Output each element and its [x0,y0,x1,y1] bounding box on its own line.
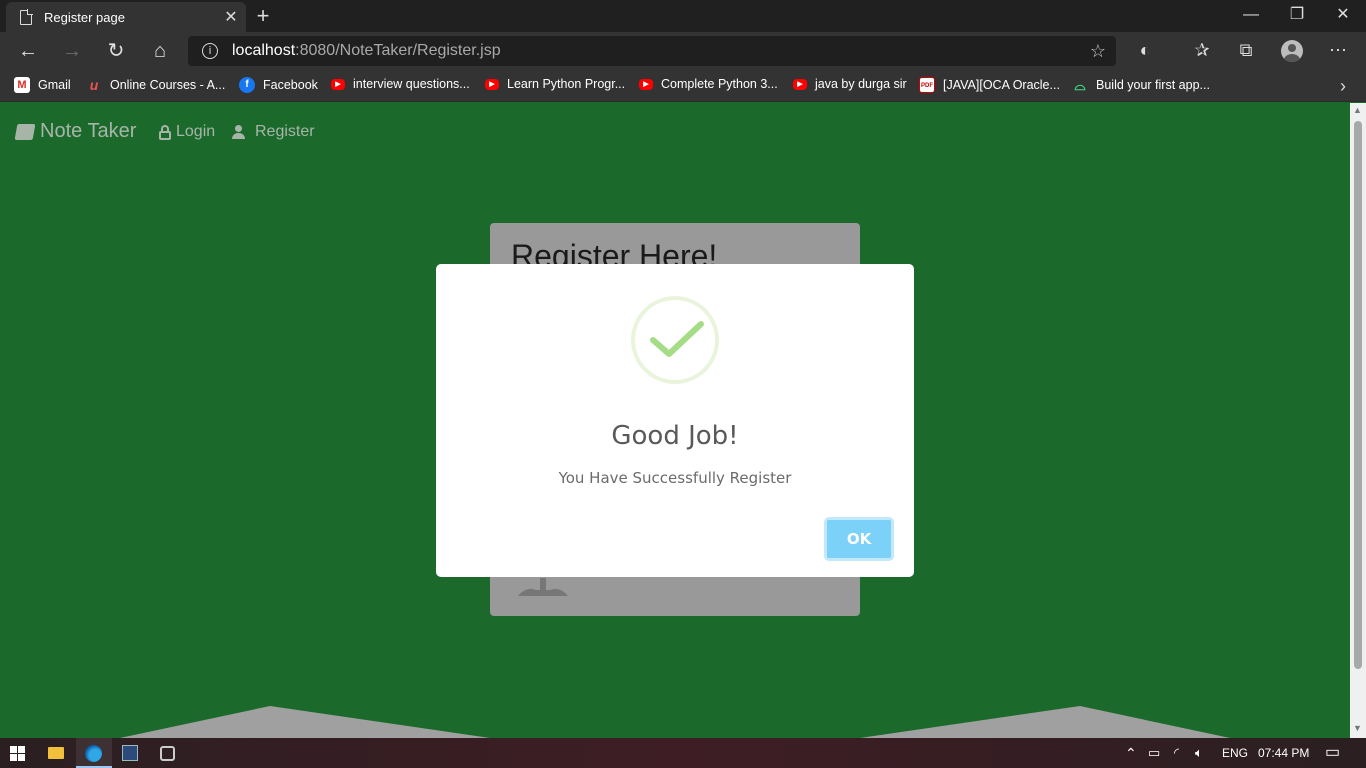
tab-title: Register page [44,9,125,25]
start-button[interactable] [0,738,36,768]
bookmark-gmail[interactable]: M Gmail [14,77,71,93]
language-indicator[interactable]: ENG [1222,738,1248,768]
vertical-scrollbar[interactable]: ▲ ▼ [1350,103,1366,738]
scroll-down-icon[interactable]: ▼ [1353,723,1362,733]
success-check-icon [631,296,719,384]
notification-icon[interactable]: ▭ [1325,738,1340,768]
pdf-icon: PDF [919,77,935,93]
close-window-button[interactable]: ✕ [1320,0,1366,32]
android-icon: ⌓ [1074,77,1086,93]
modal-title: Good Job! [611,421,739,451]
new-tab-button[interactable]: + [252,3,274,29]
scrollbar-thumb[interactable] [1354,121,1362,669]
facebook-icon: f [239,77,255,93]
bookmark-udemy[interactable]: u Online Courses - A... [86,77,226,93]
clock[interactable]: 07:44 PM [1258,738,1309,768]
bookmark-java[interactable]: ▶ java by durga sir [793,77,907,91]
site-info-icon[interactable]: i [202,43,218,59]
url-path: :8080/NoteTaker/Register.jsp [295,42,501,59]
bookmarks-bar: M Gmail u Online Courses - A... f Facebook … [0,70,1366,102]
forward-arrow-icon[interactable]: → [58,38,86,64]
extension-icon[interactable]: ◐ [1132,40,1158,61]
battery-icon[interactable]: ▭ [1148,738,1160,768]
edge-icon [85,745,102,762]
back-arrow-icon[interactable]: ← [14,38,42,64]
minimize-button[interactable]: — [1228,0,1274,32]
bookmark-label: Learn Python Progr... [507,77,626,91]
favorites-icon[interactable]: ✰ [1189,40,1215,61]
gear-icon [160,746,175,761]
success-modal: Good Job! You Have Successfully Register… [436,264,914,577]
browser-toolbar: ← → ↻ ⌂ i localhost:8080/NoteTaker/Regis… [0,32,1366,70]
browser-titlebar: Register page ✕ + — ❐ ✕ [0,0,1366,32]
browser-tab[interactable]: Register page ✕ [6,2,246,32]
home-icon[interactable]: ⌂ [146,38,174,64]
modal-message: You Have Successfully Register [558,469,792,487]
udemy-icon: u [89,77,99,93]
youtube-icon: ▶ [793,78,807,90]
ok-button[interactable]: OK [824,517,894,561]
volume-icon[interactable]: 🔈︎ [1195,738,1203,768]
scroll-up-icon[interactable]: ▲ [1353,105,1362,115]
bookmark-interview[interactable]: ▶ interview questions... [331,77,470,91]
wifi-icon[interactable]: ◜ [1174,738,1179,768]
youtube-icon: ▶ [331,78,345,90]
taskbar-edge[interactable] [76,738,112,768]
page-icon [20,8,33,25]
bookmark-label: Complete Python 3... [661,77,778,91]
refresh-icon[interactable]: ↻ [102,38,130,64]
bookmark-label: interview questions... [353,77,470,91]
tab-close-icon[interactable]: ✕ [216,7,246,27]
bookmark-label: Facebook [263,78,318,92]
profile-avatar[interactable] [1281,40,1303,62]
bookmark-java-oca[interactable]: PDF [JAVA][OCA Oracle... [919,77,1060,93]
gmail-icon: M [14,77,30,93]
taskbar-eclipse[interactable] [113,738,149,768]
youtube-icon: ▶ [485,78,499,90]
folder-icon [48,747,64,759]
youtube-icon: ▶ [639,78,653,90]
tray-chevron-up-icon[interactable]: ⌃ [1125,738,1137,768]
bookmark-facebook[interactable]: f Facebook [239,77,318,93]
bookmark-label: java by durga sir [815,77,907,91]
collections-icon[interactable]: ⧉ [1233,40,1259,61]
windows-taskbar: ⌃ ▭ ◜ 🔈︎ ENG 07:44 PM ▭ [0,738,1366,768]
bookmark-label: Online Courses - A... [110,78,226,92]
taskbar-settings-app[interactable] [150,738,186,768]
restore-button[interactable]: ❐ [1274,0,1320,32]
more-menu-icon[interactable]: ⋯ [1325,40,1351,61]
url-host: localhost [232,42,296,59]
address-bar[interactable]: i localhost:8080/NoteTaker/Register.jsp … [188,36,1116,66]
bookmark-learn-python[interactable]: ▶ Learn Python Progr... [485,77,625,91]
chevron-right-icon[interactable]: › [1340,76,1346,97]
bookmark-label: Gmail [38,78,71,92]
bookmark-complete-python[interactable]: ▶ Complete Python 3... [639,77,778,91]
bookmark-label: Build your first app... [1096,78,1210,92]
bookmark-label: [JAVA][OCA Oracle... [943,78,1060,92]
windows-icon [10,746,25,761]
favorite-star-icon[interactable]: ☆ [1090,41,1106,62]
eclipse-icon [122,745,138,761]
page-viewport: Note Taker Login Register Register Here!… [0,103,1350,738]
bookmark-android[interactable]: ⌓ Build your first app... [1072,77,1210,93]
taskbar-file-explorer[interactable] [38,738,74,768]
